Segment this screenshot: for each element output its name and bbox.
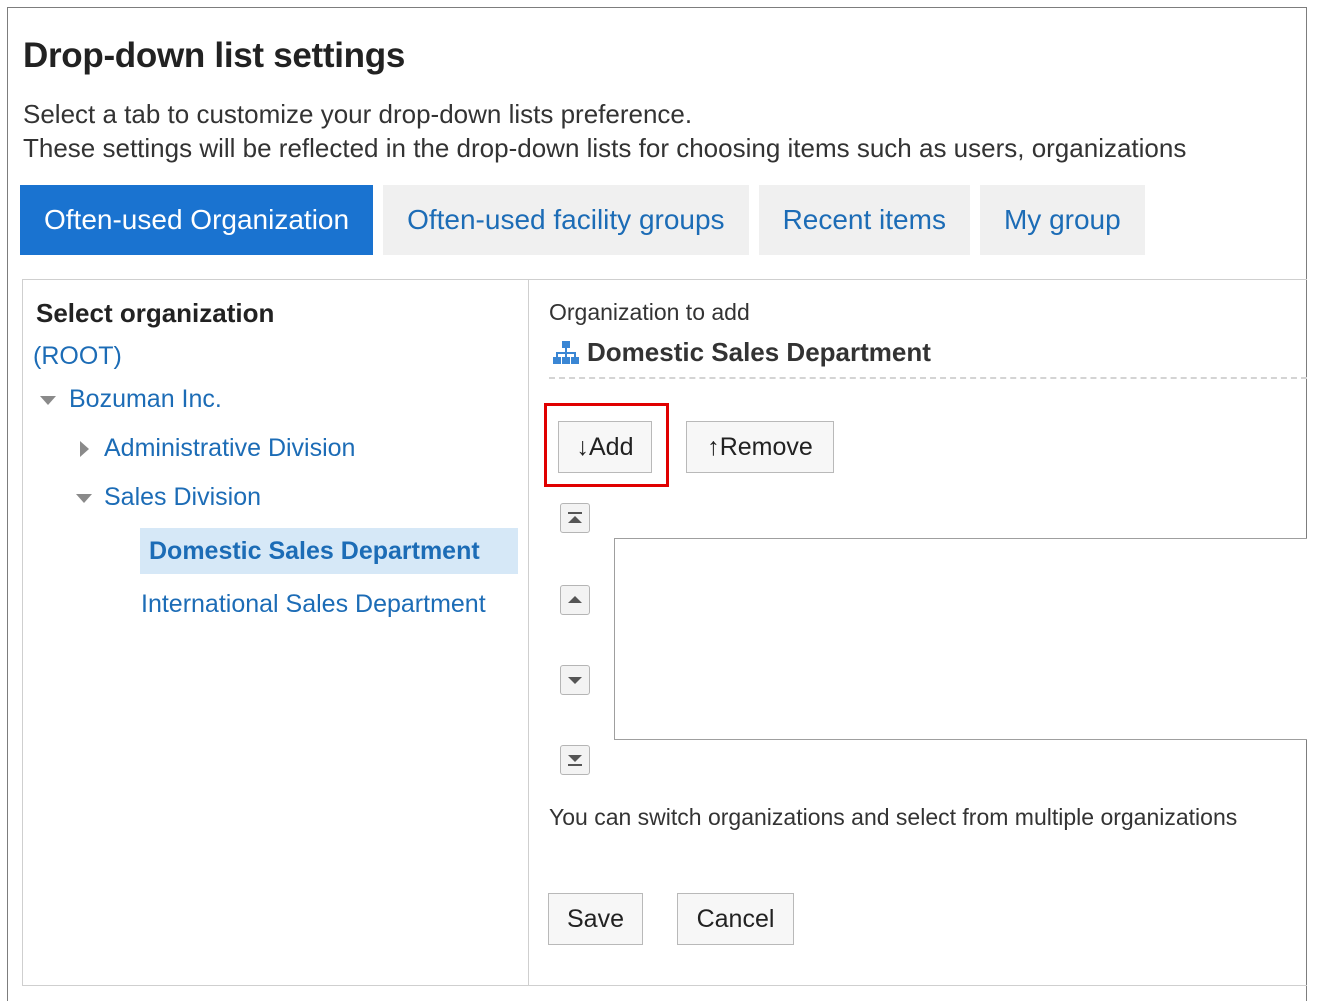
tree-item-administrative-division[interactable]: Administrative Division — [104, 434, 355, 463]
cancel-button[interactable]: Cancel — [677, 893, 794, 945]
move-top-button[interactable] — [560, 503, 590, 533]
move-bottom-button[interactable] — [560, 745, 590, 775]
tab-often-used-facility-groups[interactable]: Often-used facility groups — [383, 185, 749, 255]
tree-item-bozuman-inc[interactable]: Bozuman Inc. — [69, 385, 222, 414]
move-up-button[interactable] — [560, 585, 590, 615]
organization-name: Domestic Sales Department — [587, 337, 931, 367]
tab-recent-items[interactable]: Recent items — [758, 185, 970, 255]
tree-title: Select organization — [36, 298, 275, 328]
collapse-arrow-icon[interactable] — [80, 441, 89, 457]
remove-button[interactable]: ↑Remove — [686, 421, 834, 473]
move-top-icon — [568, 512, 582, 523]
organization-to-add-value: Domestic Sales Department — [551, 337, 931, 368]
page-description-secondary: These settings will be reflected in the … — [23, 133, 1187, 163]
tree-item-domestic-sales-department[interactable]: Domestic Sales Department — [140, 528, 518, 574]
move-down-button[interactable] — [560, 665, 590, 695]
tree-item-international-sales-department[interactable]: International Sales Department — [141, 590, 486, 619]
tab-often-used-organization[interactable]: Often-used Organization — [20, 185, 374, 255]
organization-to-add-label: Organization to add — [549, 299, 750, 325]
page-description: Select a tab to customize your drop-down… — [23, 99, 693, 129]
divider — [549, 377, 1307, 379]
add-button[interactable]: ↓Add — [558, 421, 652, 473]
selected-organizations-list[interactable] — [614, 538, 1307, 740]
tree-root-link[interactable]: (ROOT) — [33, 342, 122, 371]
expand-arrow-icon[interactable] — [40, 396, 56, 405]
move-down-icon — [568, 677, 582, 684]
move-bottom-icon — [568, 755, 582, 766]
tab-bar: Often-used Organization Often-used facil… — [20, 185, 1155, 255]
move-up-icon — [568, 596, 582, 603]
help-note: You can switch organizations and select … — [549, 804, 1238, 830]
tree-item-sales-division[interactable]: Sales Division — [104, 483, 261, 512]
expand-arrow-icon[interactable] — [76, 494, 92, 503]
organization-icon — [553, 340, 579, 364]
tab-my-group[interactable]: My group — [979, 185, 1145, 255]
page-title: Drop-down list settings — [23, 36, 405, 75]
save-button[interactable]: Save — [548, 893, 643, 945]
